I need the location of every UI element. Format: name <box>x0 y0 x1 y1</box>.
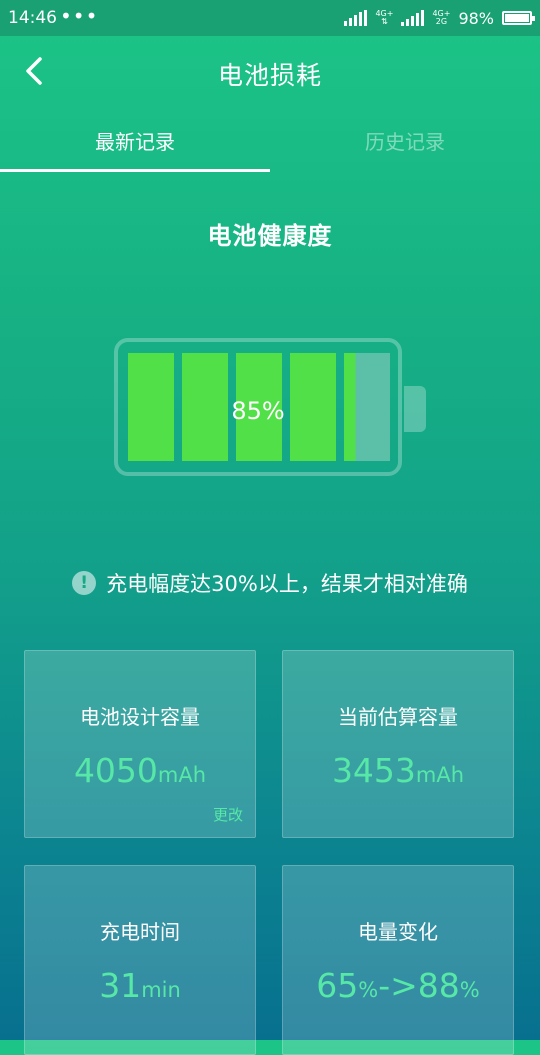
app-header: 电池损耗 <box>0 36 540 110</box>
card-charge-change: 电量变化 65%->88% <box>282 865 514 1055</box>
card-value: 4050mAh <box>73 751 207 790</box>
tab-bar: 最新记录 历史记录 <box>0 112 540 172</box>
card-estimated-capacity: 当前估算容量 3453mAh <box>282 650 514 838</box>
battery-health-percent: 85% <box>231 397 285 425</box>
tab-indicator <box>0 169 270 172</box>
info-exclamation-icon: ! <box>72 571 97 595</box>
card-charge-time: 充电时间 31min <box>24 865 256 1055</box>
tab-latest-records[interactable]: 最新记录 <box>0 126 270 155</box>
network-type-2: 4G+ 2G <box>432 9 451 26</box>
battery-graphic: 85% <box>114 338 402 476</box>
card-label: 充电时间 <box>100 920 180 944</box>
card-value: 3453mAh <box>331 751 465 790</box>
network-type-1: 4G+ ⇅ <box>375 9 394 26</box>
status-icons: 4G+ ⇅ 4G+ 2G 98% <box>344 6 535 30</box>
battery-terminal <box>404 386 426 432</box>
page-title: 电池损耗 <box>217 61 322 90</box>
wifi-signal-icon <box>344 10 368 26</box>
battery-health-title: 电池健康度 <box>207 222 333 250</box>
status-bar: 14:46 ••• 4G+ ⇅ 4G+ 2G 98% <box>0 0 540 36</box>
cell-signal-icon <box>401 10 425 26</box>
tab-history-records[interactable]: 历史记录 <box>270 126 540 155</box>
card-design-capacity: 电池设计容量 4050mAh 更改 <box>24 650 256 838</box>
card-label: 电量变化 <box>358 920 438 944</box>
edit-capacity-button[interactable]: 更改 <box>213 804 243 825</box>
card-label: 当前估算容量 <box>338 705 458 729</box>
card-value: 65%->88% <box>316 966 480 1005</box>
card-label: 电池设计容量 <box>80 705 200 729</box>
notice-text: 充电幅度达30%以上，结果才相对准确 <box>106 572 468 596</box>
battery-percent: 98% <box>458 8 494 28</box>
notification-dots-icon: ••• <box>60 4 99 28</box>
status-time: 14:46 <box>8 8 57 28</box>
accuracy-notice: ! 充电幅度达30%以上，结果才相对准确 <box>0 568 540 598</box>
battery-icon <box>502 11 535 25</box>
card-value: 31min <box>99 966 181 1005</box>
